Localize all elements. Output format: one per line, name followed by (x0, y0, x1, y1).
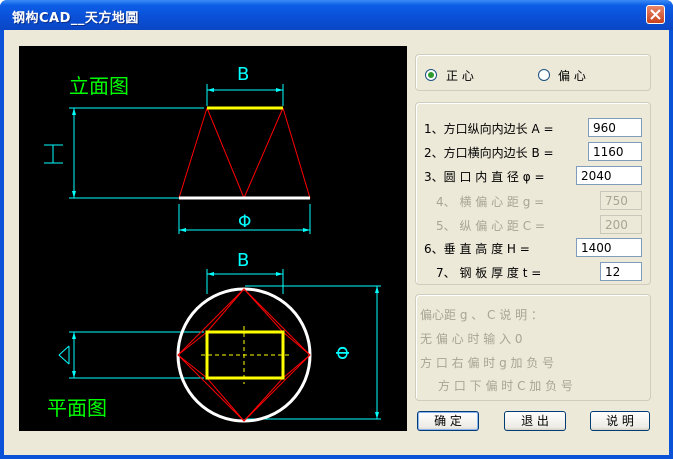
elevation-label: 立面图 (69, 74, 129, 98)
elevation-dim-phi-label: Φ (238, 212, 251, 232)
param-input-b[interactable] (588, 142, 642, 161)
radio-selected-dot (428, 72, 434, 78)
param-input-g (600, 191, 642, 210)
canvas-background (19, 46, 407, 431)
param-label-t: 7、 钢 板 厚 度 t = (436, 266, 542, 280)
param-input-phi[interactable] (576, 166, 642, 185)
note-line-2: 方 口 右 偏 时 g 加 负 号 (420, 356, 555, 370)
radio-centered[interactable] (425, 69, 437, 81)
param-input-a[interactable] (588, 118, 642, 137)
elevation-dim-b-label: B (237, 64, 249, 85)
plan-dim-phi-label: Φ (333, 346, 354, 360)
radio-eccentric-label[interactable]: 偏 心 (558, 67, 586, 84)
param-input-c (600, 215, 642, 234)
note-title: 偏心距 g 、 C 说 明 ： (420, 308, 543, 322)
help-button[interactable]: 说 明 (590, 411, 650, 431)
ok-button[interactable]: 确 定 (417, 411, 479, 431)
param-label-h: 6、垂 直 高 度 H = (424, 242, 530, 256)
plan-label: 平面图 (47, 396, 107, 420)
param-input-h[interactable] (576, 238, 642, 257)
radio-eccentric[interactable] (538, 69, 550, 81)
app-window: 钢构CAD__天方地圆 立面图 B Φ 平面图 B Φ 正 心 偏 心 1、方口… (0, 0, 673, 459)
title-bar[interactable]: 钢构CAD__天方地圆 (0, 0, 673, 30)
note-line-3: 方 口 下 偏 时 C 加 负 号 (438, 379, 573, 393)
note-line-1: 无 偏 心 时 输 入 0 (420, 332, 523, 346)
exit-button[interactable]: 退 出 (504, 411, 566, 431)
param-label-c: 5、 纵 偏 心 距 C = (436, 219, 545, 233)
plan-dim-b-label: B (237, 250, 249, 271)
window-title: 钢构CAD__天方地圆 (12, 11, 139, 26)
param-label-b: 2、方口横向内边长 B = (424, 146, 554, 160)
param-label-a: 1、方口纵向内边长 A = (424, 122, 554, 136)
close-button[interactable] (646, 5, 665, 24)
param-input-t[interactable] (600, 262, 642, 281)
radio-centered-label[interactable]: 正 心 (446, 67, 474, 84)
param-label-g: 4、 横 偏 心 距 g = (436, 195, 545, 209)
close-icon (650, 9, 661, 20)
drawing-canvas: 立面图 B Φ 平面图 B Φ (19, 46, 407, 431)
param-label-phi: 3、圆 口 内 直 径 φ = (424, 170, 545, 184)
